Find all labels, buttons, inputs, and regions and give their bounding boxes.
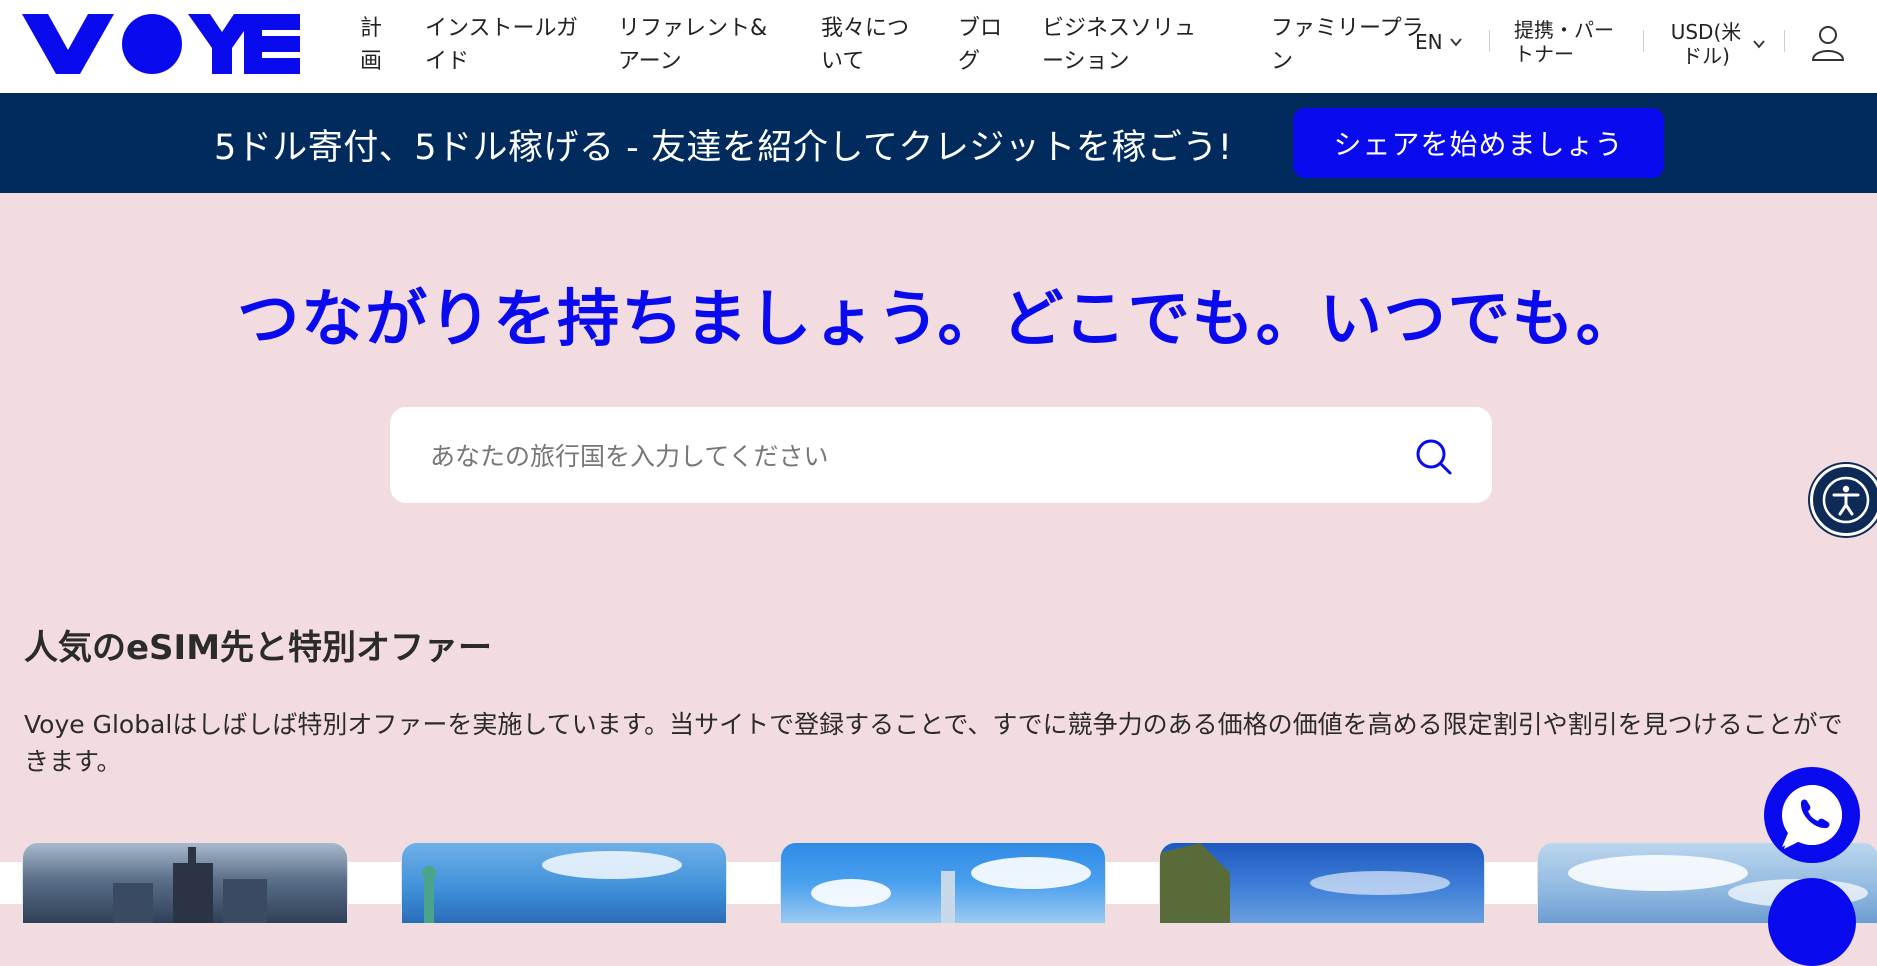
accessibility-button[interactable] [1810,464,1877,536]
country-search [390,407,1492,503]
chevron-down-icon [1753,40,1765,49]
site-header: 計画 インストールガイド リファレント&アーン 我々について ブログ ビジネスソ… [0,0,1877,94]
currency-label: USD(米ドル) [1670,20,1742,68]
phone-chat-icon [1782,785,1842,849]
chevron-down-icon [1449,38,1462,47]
destination-card[interactable] [401,842,727,924]
statue-of-liberty-image [422,851,682,923]
partner-link[interactable]: 提携・パートナー [1514,18,1632,66]
section-description: Voye Globalはしばしば特別オファーを実施しています。当サイトで登録する… [24,710,1843,776]
nav-family-plan[interactable]: ファミリープラン [1271,12,1431,78]
nav-install-guide[interactable]: インストールガイド [425,12,585,78]
referral-banner: 5ドル寄付、5ドル稼げる - 友達を紹介してクレジットを稼ごう! シェアを始めま… [0,93,1877,193]
secondary-floating-button[interactable] [1768,878,1856,966]
divider [1643,30,1644,52]
chat-button[interactable] [1764,767,1860,863]
coastal-cliff-image [1160,843,1450,923]
divider [1784,30,1785,52]
section-title: 人気のeSIM先と特別オファー [24,628,493,668]
nav-business-solutions[interactable]: ビジネスソリューション [1042,12,1212,78]
user-icon[interactable] [1810,24,1846,62]
destination-card[interactable] [780,842,1106,924]
nav-blog[interactable]: ブログ [958,12,1012,78]
voye-logo[interactable] [22,14,300,74]
city-tower-image [811,857,1091,923]
nav-about-us[interactable]: 我々について [821,12,921,78]
destination-card[interactable] [1159,842,1485,924]
start-sharing-button[interactable]: シェアを始めましょう [1293,108,1664,178]
nav-refer-earn[interactable]: リファレント&アーン [618,12,782,78]
destination-card[interactable] [22,842,348,924]
search-icon[interactable] [1414,437,1454,477]
search-input[interactable] [428,427,1382,485]
hero-title: つながりを持ちましょう。どこでも。いつでも。 [237,282,1640,355]
divider [1489,30,1490,52]
currency-selector[interactable]: USD(米ドル) [1666,20,1766,68]
nav-plans[interactable]: 計画 [360,12,394,78]
language-selector[interactable]: EN [1415,30,1463,54]
banner-text: 5ドル寄付、5ドル稼げる - 友達を紹介してクレジットを稼ごう! [214,128,1233,168]
city-skyline-image [113,847,267,923]
language-label: EN [1415,30,1443,54]
accessibility-icon [1822,476,1870,524]
